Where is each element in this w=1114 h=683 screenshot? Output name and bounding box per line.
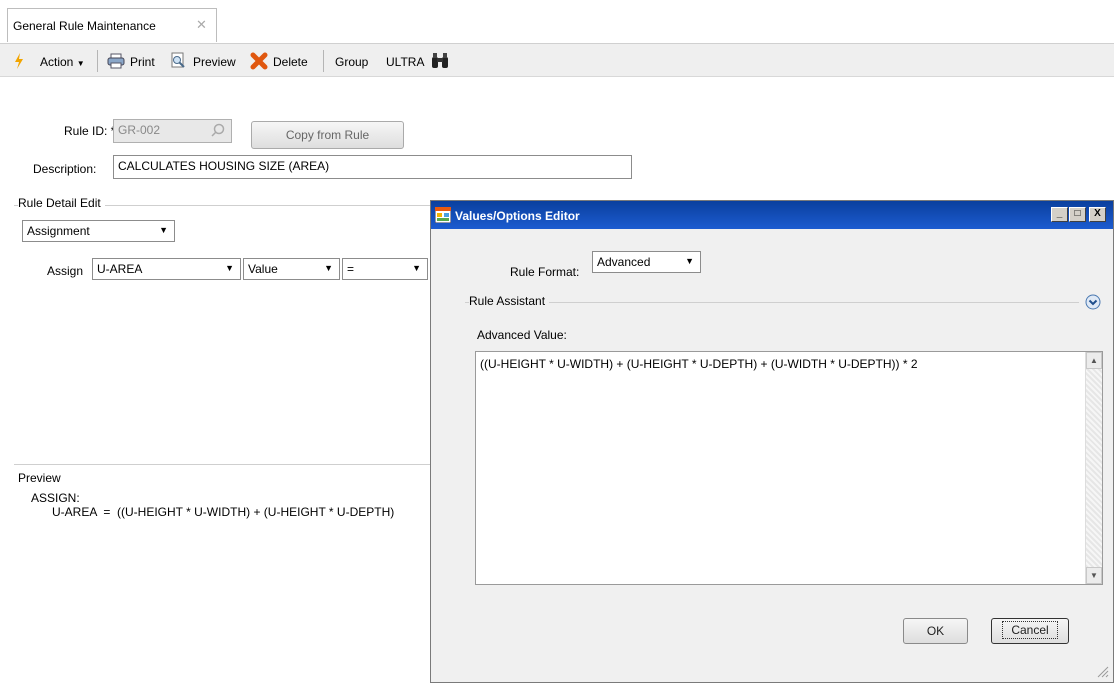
minimize-button[interactable]: _ — [1051, 207, 1068, 222]
delete-button[interactable]: Delete — [273, 55, 308, 69]
scroll-up-icon[interactable]: ▲ — [1086, 352, 1102, 369]
resize-grip-icon[interactable] — [1095, 664, 1109, 678]
advanced-value-text: ((U-HEIGHT * U-WIDTH) + (U-HEIGHT * U-DE… — [480, 357, 918, 371]
preview-icon — [171, 52, 185, 68]
assign-field-value: U-AREA — [97, 262, 143, 276]
preview-button[interactable]: Preview — [193, 55, 236, 69]
app-window-icon — [435, 207, 451, 223]
lightning-icon — [15, 53, 23, 69]
toolbar-separator — [323, 50, 324, 72]
rule-type-combo[interactable]: Assignment ▼ — [22, 220, 175, 242]
rule-format-label: Rule Format: — [510, 265, 580, 279]
rule-id-value: GR-002 — [118, 123, 161, 137]
assign-field-combo[interactable]: U-AREA ▼ — [92, 258, 241, 280]
chevron-down-icon: ▼ — [685, 256, 694, 266]
close-icon[interactable]: ✕ — [196, 17, 207, 33]
print-button[interactable]: Print — [130, 55, 155, 69]
preview-line-assign: ASSIGN: — [31, 491, 80, 505]
rule-format-value: Advanced — [597, 255, 651, 269]
close-button[interactable]: X — [1089, 207, 1106, 222]
rule-type-value: Assignment — [27, 224, 90, 238]
chevron-down-icon: ▼ — [324, 263, 333, 273]
group-button[interactable]: Group — [335, 55, 368, 69]
advanced-value-textarea[interactable]: ((U-HEIGHT * U-WIDTH) + (U-HEIGHT * U-DE… — [475, 351, 1103, 585]
advanced-value-label: Advanced Value: — [477, 328, 567, 342]
tab-strip: General Rule Maintenance ✕ — [0, 0, 1114, 44]
description-field[interactable]: CALCULATES HOUSING SIZE (AREA) — [113, 155, 632, 179]
rule-assistant-group-border — [465, 302, 1079, 303]
action-label: Action — [40, 55, 74, 69]
vertical-scrollbar[interactable]: ▲ ▼ — [1085, 352, 1102, 584]
tab-general-rule-maintenance[interactable]: General Rule Maintenance ✕ — [7, 8, 217, 42]
action-menu[interactable]: Action ▼ — [40, 55, 85, 69]
chevron-down-icon: ▼ — [159, 225, 168, 235]
description-label: Description: — [33, 162, 97, 176]
preview-group-border — [14, 464, 430, 465]
copy-from-rule-label: Copy from Rule — [285, 128, 370, 142]
scroll-down-icon[interactable]: ▼ — [1086, 567, 1102, 584]
tab-title: General Rule Maintenance — [13, 19, 156, 33]
printer-icon — [107, 53, 125, 69]
ok-label: OK — [926, 624, 945, 638]
assign-label: Assign — [47, 264, 84, 278]
assign-source-value: Value — [248, 262, 278, 276]
assign-source-combo[interactable]: Value ▼ — [243, 258, 340, 280]
description-value: CALCULATES HOUSING SIZE (AREA) — [118, 159, 330, 173]
rule-format-combo[interactable]: Advanced ▼ — [592, 251, 701, 273]
chevron-down-icon: ▼ — [225, 263, 234, 273]
delete-x-icon — [250, 52, 268, 70]
cancel-button[interactable]: Cancel — [991, 618, 1069, 644]
values-options-editor-dialog: Values/Options Editor _ □ X Rule Format:… — [430, 200, 1114, 683]
dialog-title-bar[interactable]: Values/Options Editor _ □ X — [431, 201, 1113, 229]
search-icon[interactable] — [211, 123, 225, 137]
binoculars-icon[interactable] — [431, 52, 449, 69]
ok-button[interactable]: OK — [903, 618, 968, 644]
preview-line-expression: U-AREA = ((U-HEIGHT * U-WIDTH) + (U-HEIG… — [52, 505, 395, 519]
copy-from-rule-button[interactable]: Copy from Rule — [251, 121, 404, 149]
toolbar-separator — [97, 50, 98, 72]
assign-operator-value: = — [347, 262, 355, 276]
chevron-down-icon: ▼ — [76, 59, 85, 68]
toolbar: Action ▼ Print Preview Delete Group ULTR… — [0, 44, 1114, 77]
rule-id-field[interactable]: GR-002 — [113, 119, 232, 143]
ultra-button[interactable]: ULTRA — [386, 55, 424, 69]
maximize-button[interactable]: □ — [1069, 207, 1086, 222]
cancel-label: Cancel — [1002, 621, 1058, 639]
rule-id-label: Rule ID: * — [64, 124, 116, 138]
preview-group-label: Preview — [18, 471, 65, 485]
assign-operator-combo[interactable]: = ▼ — [342, 258, 428, 280]
chevron-down-icon: ▼ — [412, 263, 421, 273]
chevron-down-circle-icon[interactable] — [1085, 294, 1101, 310]
rule-detail-group-label: Rule Detail Edit — [18, 196, 105, 210]
dialog-title: Values/Options Editor — [455, 209, 580, 223]
rule-assistant-label: Rule Assistant — [469, 294, 550, 308]
